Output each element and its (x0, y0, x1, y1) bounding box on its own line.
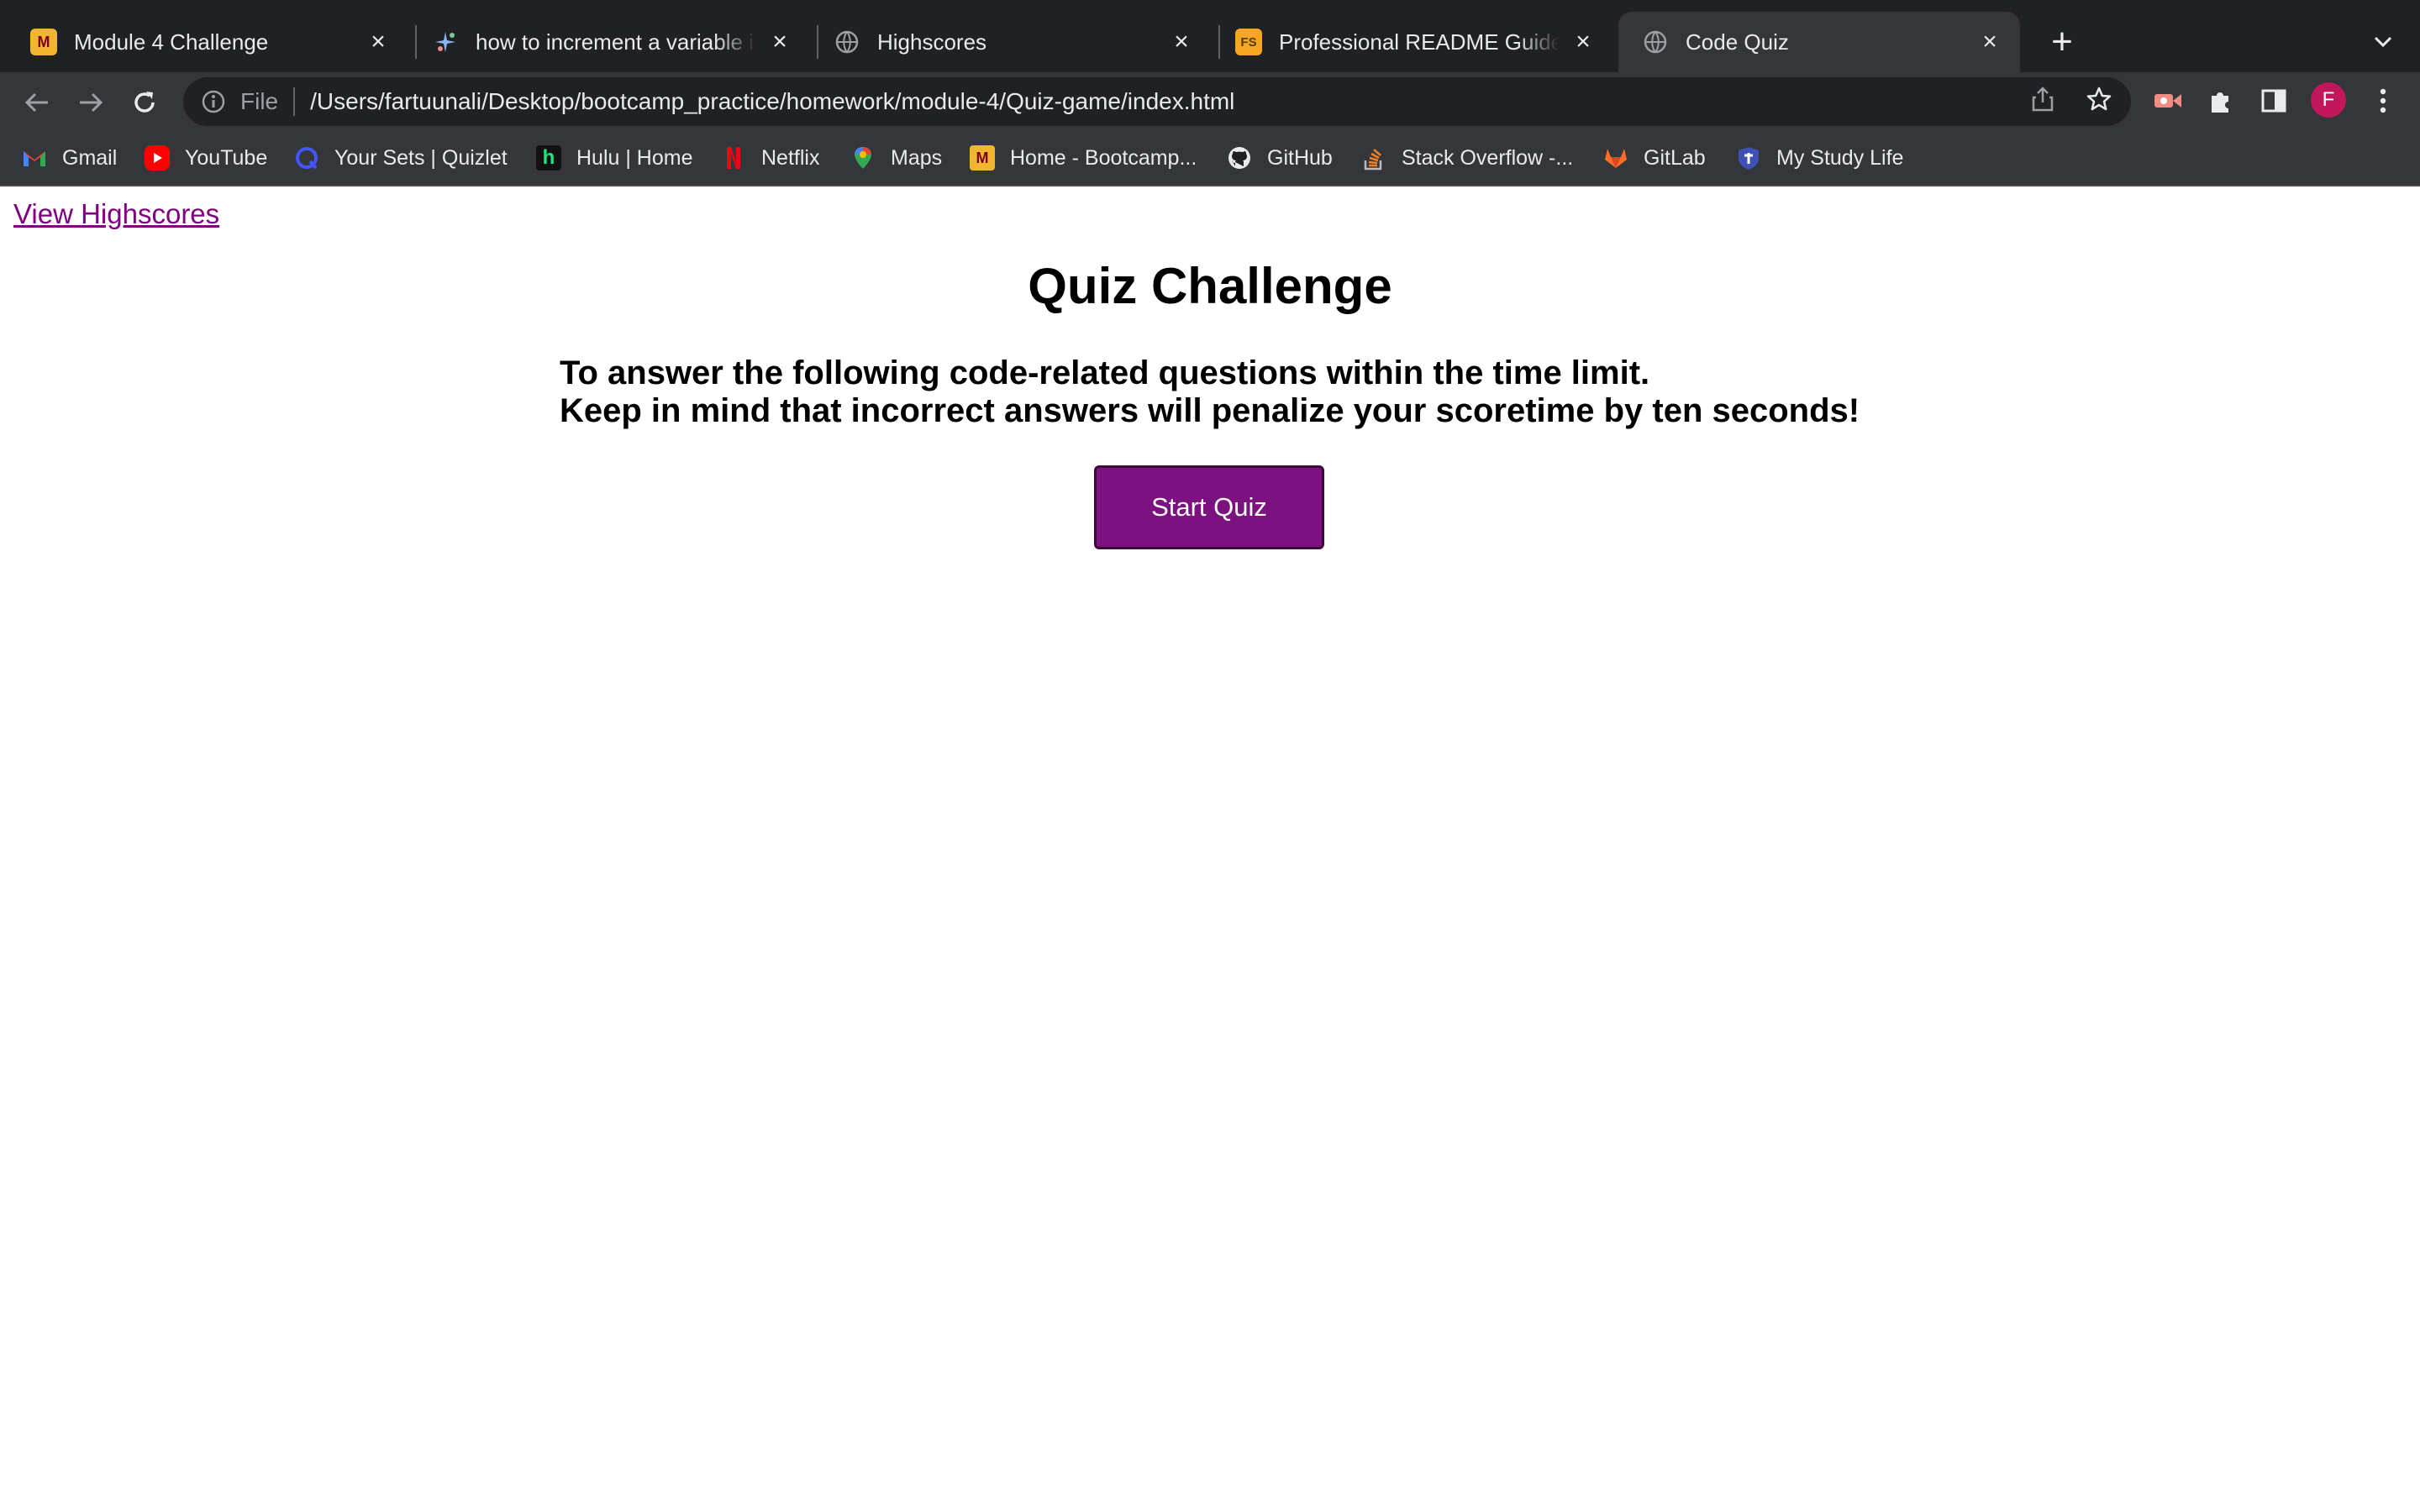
bookmark-github[interactable]: GitHub (1227, 143, 1333, 173)
bookmark-netflix[interactable]: Netflix (721, 143, 819, 173)
tab-title: Professional README Guide | T (1279, 29, 1560, 55)
sparkle-icon (432, 29, 459, 55)
close-icon[interactable]: × (1568, 27, 1598, 57)
bookmark-label: Netflix (761, 145, 820, 170)
hulu-icon: h (536, 145, 561, 171)
page-title: Quiz Challenge (1028, 258, 1392, 314)
bookmark-label: Gmail (62, 145, 118, 170)
bookmark-label: Hulu | Home (576, 145, 693, 170)
youtube-icon (145, 145, 170, 171)
stackoverflow-icon (1361, 145, 1386, 171)
address-bar[interactable]: File /Users/fartuunali/Desktop/bootcamp_… (183, 77, 2131, 126)
close-icon[interactable]: × (363, 27, 393, 57)
tab-strip: M Module 4 Challenge × how to increment … (0, 0, 2420, 84)
profile-avatar[interactable]: F (2311, 82, 2346, 118)
reload-icon[interactable] (123, 81, 166, 124)
tab-title: how to increment a variable in j (476, 29, 756, 55)
bookmark-maps[interactable]: Maps (850, 143, 942, 173)
tab-highscores[interactable]: Highscores × (810, 12, 1212, 72)
university-logo-icon: M (30, 29, 57, 55)
address-separator (293, 87, 296, 116)
bookmark-label: GitLab (1644, 145, 1706, 170)
side-panel-icon[interactable] (2255, 82, 2292, 119)
tab-readme-guide[interactable]: FS Professional README Guide | T × (1212, 12, 1613, 72)
bookmark-quizlet[interactable]: Your Sets | Quizlet (294, 143, 508, 173)
scheme-label: File (240, 88, 279, 114)
info-icon[interactable] (200, 88, 227, 115)
back-arrow-icon[interactable] (15, 81, 59, 124)
maps-icon (850, 145, 876, 171)
start-quiz-button[interactable]: Start Quiz (1094, 465, 1324, 549)
extension-recorder-icon[interactable] (2149, 82, 2186, 119)
quizlet-icon (294, 145, 319, 171)
url-text[interactable]: /Users/fartuunali/Desktop/bootcamp_pract… (310, 88, 1234, 115)
forward-arrow-icon[interactable] (69, 81, 113, 124)
bookmark-gmail[interactable]: Gmail (22, 143, 117, 173)
bookmark-gitlab[interactable]: GitLab (1603, 143, 1706, 173)
bookmark-label: Your Sets | Quizlet (334, 145, 508, 170)
tab-module-4-challenge[interactable]: M Module 4 Challenge × (7, 12, 408, 72)
description-line-1: To answer the following code-related que… (560, 354, 1650, 391)
bookmark-label: YouTube (185, 145, 268, 170)
tab-increment-variable[interactable]: how to increment a variable in j × (408, 12, 810, 72)
bookmark-hulu[interactable]: h Hulu | Home (536, 143, 693, 173)
close-icon[interactable]: × (1975, 27, 2005, 57)
university-logo-icon: M (970, 145, 995, 171)
bookmark-my-study-life[interactable]: My Study Life (1736, 143, 1903, 173)
bookmark-stackoverflow[interactable]: Stack Overflow -... (1361, 143, 1573, 173)
bookmark-label: Maps (891, 145, 943, 170)
page-content: View Highscores Quiz Challenge To answer… (0, 186, 2420, 1512)
omnibox-actions (2030, 77, 2112, 126)
bookmark-youtube[interactable]: YouTube (145, 143, 267, 173)
tab-title: Module 4 Challenge (74, 29, 269, 55)
close-icon[interactable]: × (1166, 27, 1197, 57)
new-tab-icon[interactable]: + (2042, 21, 2082, 62)
tab-title: Highscores (877, 29, 987, 55)
globe-icon (834, 29, 860, 55)
chevron-down-icon[interactable] (2366, 25, 2400, 59)
puzzle-piece-icon[interactable] (2202, 82, 2238, 119)
bookmark-label: My Study Life (1776, 145, 1904, 170)
bookmark-label: GitHub (1267, 145, 1333, 170)
bookmark-bootcamp-home[interactable]: M Home - Bootcamp... (970, 143, 1197, 173)
bookmark-label: Stack Overflow -... (1402, 145, 1574, 170)
star-icon[interactable] (2086, 86, 2112, 118)
tab-title: Code Quiz (1686, 29, 1789, 55)
share-icon[interactable] (2030, 86, 2055, 118)
github-icon (1227, 145, 1252, 171)
fs-logo-icon: FS (1235, 29, 1262, 55)
mystudylife-icon (1736, 145, 1761, 171)
gitlab-icon (1603, 145, 1628, 171)
netflix-icon (721, 145, 746, 171)
gmail-icon (22, 145, 47, 171)
bookmark-label: Home - Bootcamp... (1010, 145, 1197, 170)
close-icon[interactable]: × (765, 27, 795, 57)
globe-icon (1642, 29, 1669, 55)
description-line-2: Keep in mind that incorrect answers will… (560, 392, 1860, 429)
quiz-description: To answer the following code-related que… (560, 354, 1860, 430)
view-highscores-link[interactable]: View Highscores (13, 198, 219, 230)
kebab-menu-icon[interactable] (2365, 82, 2402, 119)
